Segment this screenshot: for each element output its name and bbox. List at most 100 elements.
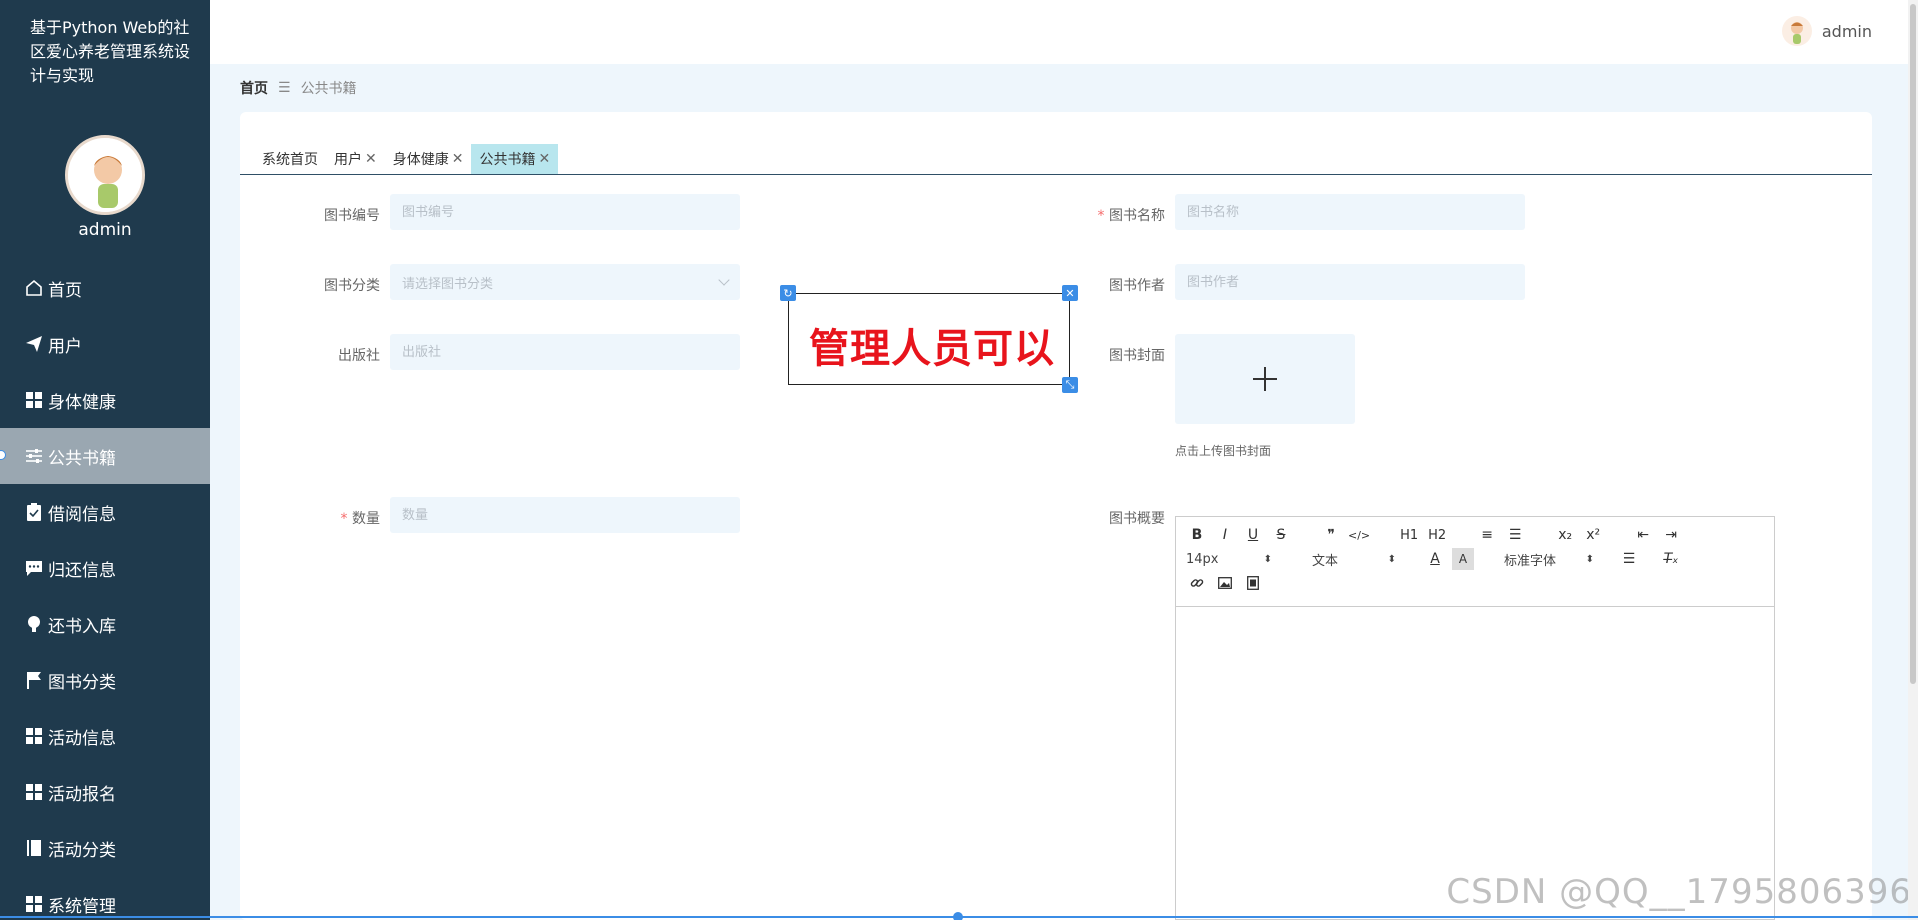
- selection-handle[interactable]: [953, 912, 963, 920]
- background-color-icon[interactable]: A: [1452, 548, 1474, 570]
- plus-icon: [1253, 367, 1277, 391]
- sidebar-item-return[interactable]: 归还信息: [0, 540, 210, 596]
- book-no-input[interactable]: [390, 194, 740, 230]
- video-icon[interactable]: [1242, 572, 1264, 594]
- subscript-button[interactable]: x₂: [1554, 524, 1576, 546]
- link-icon[interactable]: [1186, 572, 1208, 594]
- sidebar-item-label: 归还信息: [48, 560, 116, 581]
- sidebar-item-book-category[interactable]: 图书分类: [0, 652, 210, 708]
- book-name-input[interactable]: [1175, 194, 1525, 230]
- sidebar-item-label: 身体健康: [48, 392, 116, 413]
- sidebar-item-users[interactable]: 用户: [0, 316, 210, 372]
- sidebar-item-activity[interactable]: 活动信息: [0, 708, 210, 764]
- tab-users[interactable]: 用户 ✕: [326, 144, 385, 174]
- book-name-label: 图书名称: [1055, 205, 1165, 225]
- sidebar-item-home[interactable]: 首页: [0, 260, 210, 316]
- flag-icon: [24, 670, 44, 690]
- grid-icon: [24, 782, 44, 802]
- top-bar: admin: [210, 0, 1908, 64]
- category-placeholder: 请选择图书分类: [402, 276, 494, 292]
- chat-icon: [24, 558, 44, 578]
- publisher-input[interactable]: [390, 334, 740, 370]
- breadcrumb-home[interactable]: 首页: [240, 78, 268, 98]
- outdent-button[interactable]: ⇤: [1632, 524, 1654, 546]
- close-icon[interactable]: ✕: [538, 151, 550, 167]
- quantity-label: 数量: [270, 508, 380, 528]
- editor-toolbar: B I U S ❞ </> H1 H2 ≡ ☰ x₂ x² ⇤ ⇥ 14px ⬍ …: [1176, 517, 1774, 607]
- ordered-list-button[interactable]: ≡: [1476, 524, 1498, 546]
- breadcrumb: 首页 ☰ 公共书籍: [240, 78, 357, 98]
- sidebar-item-restock[interactable]: 还书入库: [0, 596, 210, 652]
- quote-button[interactable]: ❞: [1320, 524, 1342, 546]
- header-value: 文本: [1312, 553, 1339, 569]
- updown-icon: ⬍: [1387, 553, 1396, 565]
- tab-label: 系统首页: [262, 152, 318, 168]
- image-icon[interactable]: [1214, 572, 1236, 594]
- sidebar-username: admin: [78, 220, 132, 240]
- h1-button[interactable]: H1: [1398, 524, 1420, 546]
- author-input[interactable]: [1175, 264, 1525, 300]
- scroll-thumb[interactable]: [1910, 4, 1916, 684]
- font-size-select[interactable]: 14px ⬍: [1186, 552, 1272, 567]
- sidebar-item-label: 活动报名: [48, 784, 116, 805]
- header-select[interactable]: 文本 ⬍: [1312, 550, 1396, 569]
- bold-button[interactable]: B: [1186, 524, 1208, 546]
- tab-books[interactable]: 公共书籍 ✕: [471, 144, 559, 174]
- bullet-list-button[interactable]: ☰: [1504, 524, 1526, 546]
- user-menu[interactable]: admin: [1781, 16, 1872, 46]
- sidebar-item-books[interactable]: 公共书籍: [0, 428, 210, 484]
- strike-button[interactable]: S: [1270, 524, 1292, 546]
- clear-format-icon[interactable]: T̶ₓ: [1660, 548, 1682, 570]
- sidebar-item-system[interactable]: 系统管理: [0, 876, 210, 920]
- avatar[interactable]: [65, 135, 145, 215]
- tab-health[interactable]: 身体健康 ✕: [385, 144, 472, 174]
- updown-icon: ⬍: [1585, 553, 1594, 565]
- summary-label: 图书概要: [1109, 511, 1165, 527]
- header-username: admin: [1821, 21, 1872, 41]
- category-select[interactable]: 请选择图书分类: [390, 264, 740, 300]
- breadcrumb-separator: ☰: [278, 80, 291, 96]
- scrollbar[interactable]: [1908, 0, 1918, 920]
- code-button[interactable]: </>: [1348, 524, 1370, 546]
- sidebar-item-label: 公共书籍: [48, 448, 116, 469]
- sidebar-item-activity-category[interactable]: 活动分类: [0, 820, 210, 876]
- close-icon[interactable]: ✕: [365, 151, 377, 167]
- sidebar-item-borrow[interactable]: 借阅信息: [0, 484, 210, 540]
- font-family-value: 标准字体: [1504, 553, 1557, 569]
- cover-upload[interactable]: [1175, 334, 1355, 424]
- italic-button[interactable]: I: [1214, 524, 1236, 546]
- tab-label: 公共书籍: [479, 152, 536, 168]
- close-icon[interactable]: ✕: [1062, 285, 1078, 301]
- sidebar-item-activity-signup[interactable]: 活动报名: [0, 764, 210, 820]
- align-icon[interactable]: ☰: [1618, 548, 1640, 570]
- chevron-down-icon: [718, 274, 730, 286]
- updown-icon: ⬍: [1263, 553, 1272, 565]
- annotation-text: 管理人员可以: [809, 326, 1055, 372]
- annotation-textbox[interactable]: 管理人员可以 ↻ ✕ ⤡: [780, 285, 1078, 393]
- breadcrumb-current: 公共书籍: [300, 81, 357, 97]
- tab-label: 用户: [334, 152, 362, 168]
- bulb-icon: [24, 614, 44, 634]
- tab-bar: 系统首页 用户 ✕ 身体健康 ✕ 公共书籍 ✕: [240, 130, 1872, 175]
- sidebar-item-health[interactable]: 身体健康: [0, 372, 210, 428]
- sidebar-item-label: 借阅信息: [48, 504, 116, 525]
- underline-button[interactable]: U: [1242, 524, 1264, 546]
- superscript-button[interactable]: x²: [1582, 524, 1604, 546]
- rotate-icon[interactable]: ↻: [780, 285, 796, 301]
- book-icon: [24, 838, 44, 858]
- sidebar-item-label: 图书分类: [48, 672, 116, 693]
- clipboard-icon: [24, 502, 44, 522]
- publisher-label: 出版社: [338, 348, 380, 364]
- h2-button[interactable]: H2: [1426, 524, 1448, 546]
- quantity-input[interactable]: [390, 497, 740, 533]
- font-family-select[interactable]: 标准字体 ⬍: [1504, 550, 1594, 569]
- tab-dashboard[interactable]: 系统首页: [254, 144, 326, 174]
- font-color-icon[interactable]: A: [1424, 548, 1446, 570]
- sidebar-item-label: 活动分类: [48, 840, 116, 861]
- sidebar-item-label: 系统管理: [48, 896, 116, 917]
- close-icon[interactable]: ✕: [452, 151, 464, 167]
- resize-icon[interactable]: ⤡: [1062, 377, 1078, 393]
- sidebar: 基于Python Web的社区爱心养老管理系统设计与实现 admin 首页 用户…: [0, 0, 210, 920]
- cover-label: 图书封面: [1109, 348, 1165, 364]
- indent-button[interactable]: ⇥: [1660, 524, 1682, 546]
